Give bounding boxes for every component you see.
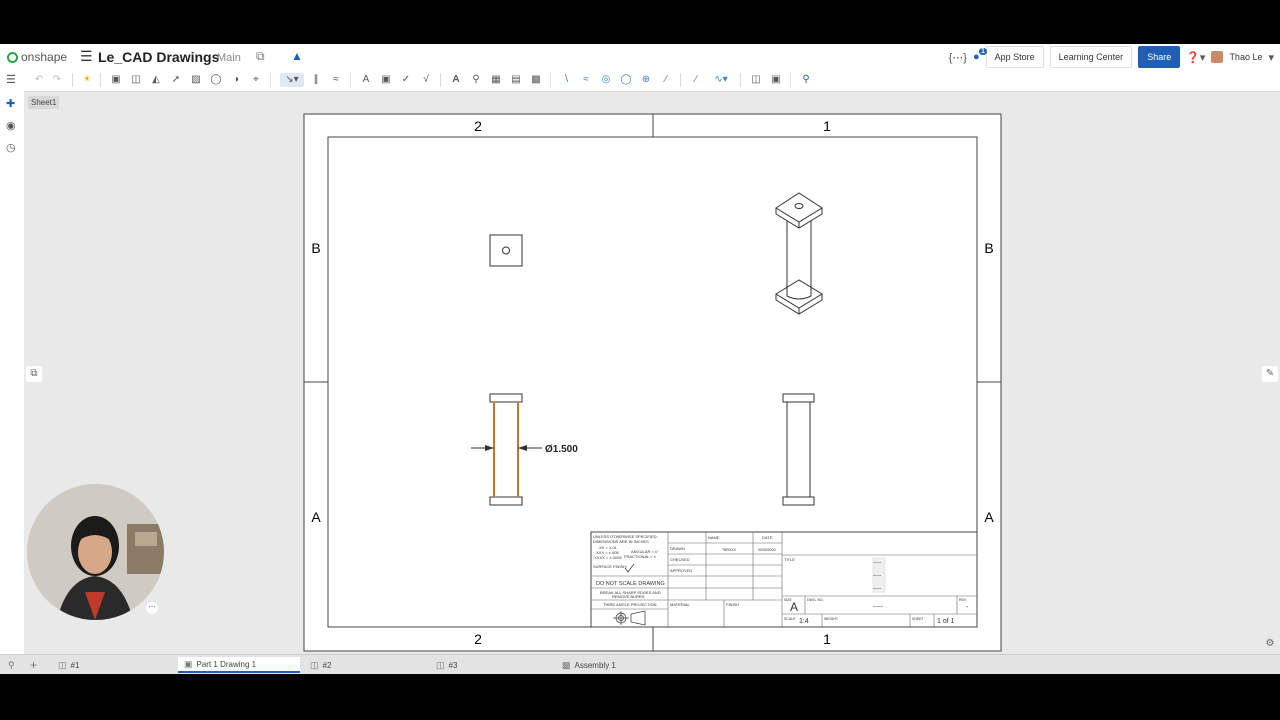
webcam-more-icon[interactable]: ⋯: [146, 602, 158, 614]
title-label: TITLE: [784, 557, 795, 562]
projection-label: THIRD ANGLE PROJECTION: [603, 602, 657, 607]
zone-label-left-lower: A: [311, 509, 321, 525]
title-placeholder-2: -----: [873, 573, 882, 579]
col-name-header: NAME: [708, 535, 720, 540]
title-block-frame: [590, 531, 978, 628]
drawn-label: DRAWN: [670, 546, 685, 551]
title-placeholder-1: -----: [873, 560, 882, 566]
zone-label-top-right: 1: [823, 118, 831, 134]
sheet-label: SHEET: [912, 617, 925, 621]
material-label: MATERIAL: [670, 602, 690, 607]
drawing-icon: ▣: [184, 658, 193, 669]
zone-label-top-left: 2: [474, 118, 482, 134]
fractional-tolerance: FRACTIONAL = ±: [624, 554, 657, 559]
tab-label: #1: [70, 660, 80, 670]
drawing-canvas[interactable]: 2 1 2 1 B A B A Ø1.500 UNLESS OTHERWISE …: [0, 44, 1280, 674]
part-studio-icon: ◫: [310, 659, 319, 670]
tab-bar: ⚲ + ◫ #1 ▣ Part 1 Drawing 1 ◫ #2 ◫ #3 ▩ …: [0, 654, 1280, 674]
assembly-icon: ▩: [562, 659, 571, 670]
checked-label: CHECKED: [670, 557, 690, 562]
dimension-value: Ø1.500: [545, 444, 578, 455]
tab-label: Assembly 1: [574, 660, 616, 670]
zone-label-right-upper: B: [984, 240, 993, 256]
rev-label: REV: [959, 598, 967, 602]
sheet-value: 1 of 1: [937, 618, 955, 625]
scale-label: SCALE: [784, 617, 796, 621]
tab-label: #3: [448, 660, 458, 670]
webcam-overlay[interactable]: [27, 484, 164, 620]
tab-part-studio-1[interactable]: ◫ #1: [52, 657, 174, 673]
zone-label-bottom-left: 2: [474, 631, 482, 647]
title-placeholder-3: -----: [873, 586, 882, 592]
part-studio-icon: ◫: [58, 659, 67, 670]
add-tab-icon[interactable]: +: [26, 657, 46, 673]
part-studio-icon: ◫: [436, 659, 445, 670]
approved-label: APPROVED: [670, 568, 692, 573]
zone-label-right-lower: A: [984, 509, 994, 525]
drawn-date: 00/00/0000: [758, 548, 776, 552]
dwg-no-placeholder: -----: [873, 604, 883, 610]
scale-value: 1:4: [799, 618, 809, 625]
do-not-scale-label: DO NOT SCALE DRAWING: [596, 581, 665, 587]
tab-part-studio-3[interactable]: ◫ #3: [430, 657, 552, 673]
col-date-header: DATE: [762, 535, 773, 540]
tab-label: Part 1 Drawing 1: [196, 659, 257, 669]
zone-label-left-upper: B: [311, 240, 320, 256]
size-value: A: [790, 600, 798, 614]
zone-label-bottom-right: 1: [823, 631, 831, 647]
surface-finish-label: SURFACE FINISH:: [593, 564, 627, 569]
break-edges-line-2: REMOVE BURRS: [612, 594, 645, 599]
tolerance-line-2: DIMENSIONS ARE IN INCHES: [593, 539, 649, 544]
drawn-name: TBRXXX: [722, 548, 737, 552]
tab-label: #2: [322, 660, 332, 670]
webcam-person-image: [27, 484, 164, 620]
search-tabs-icon[interactable]: ⚲: [4, 657, 24, 673]
tab-assembly-1[interactable]: ▩ Assembly 1: [556, 657, 678, 673]
finish-label: FINISH: [726, 602, 739, 607]
tolerance-line-5: .XXXX = ±.0005: [593, 555, 622, 560]
onshape-app: onshape ☰ Le_CAD Drawings Main ⧉ ▲ {⋯} ●…: [0, 44, 1280, 674]
tab-part-studio-2[interactable]: ◫ #2: [304, 657, 426, 673]
dwg-no-label: DWG. NO.: [807, 598, 824, 602]
tab-part-1-drawing-1[interactable]: ▣ Part 1 Drawing 1: [178, 657, 300, 673]
weight-label: WEIGHT: [824, 617, 839, 621]
title-block[interactable]: UNLESS OTHERWISE SPECIFIED: DIMENSIONS A…: [590, 531, 978, 628]
